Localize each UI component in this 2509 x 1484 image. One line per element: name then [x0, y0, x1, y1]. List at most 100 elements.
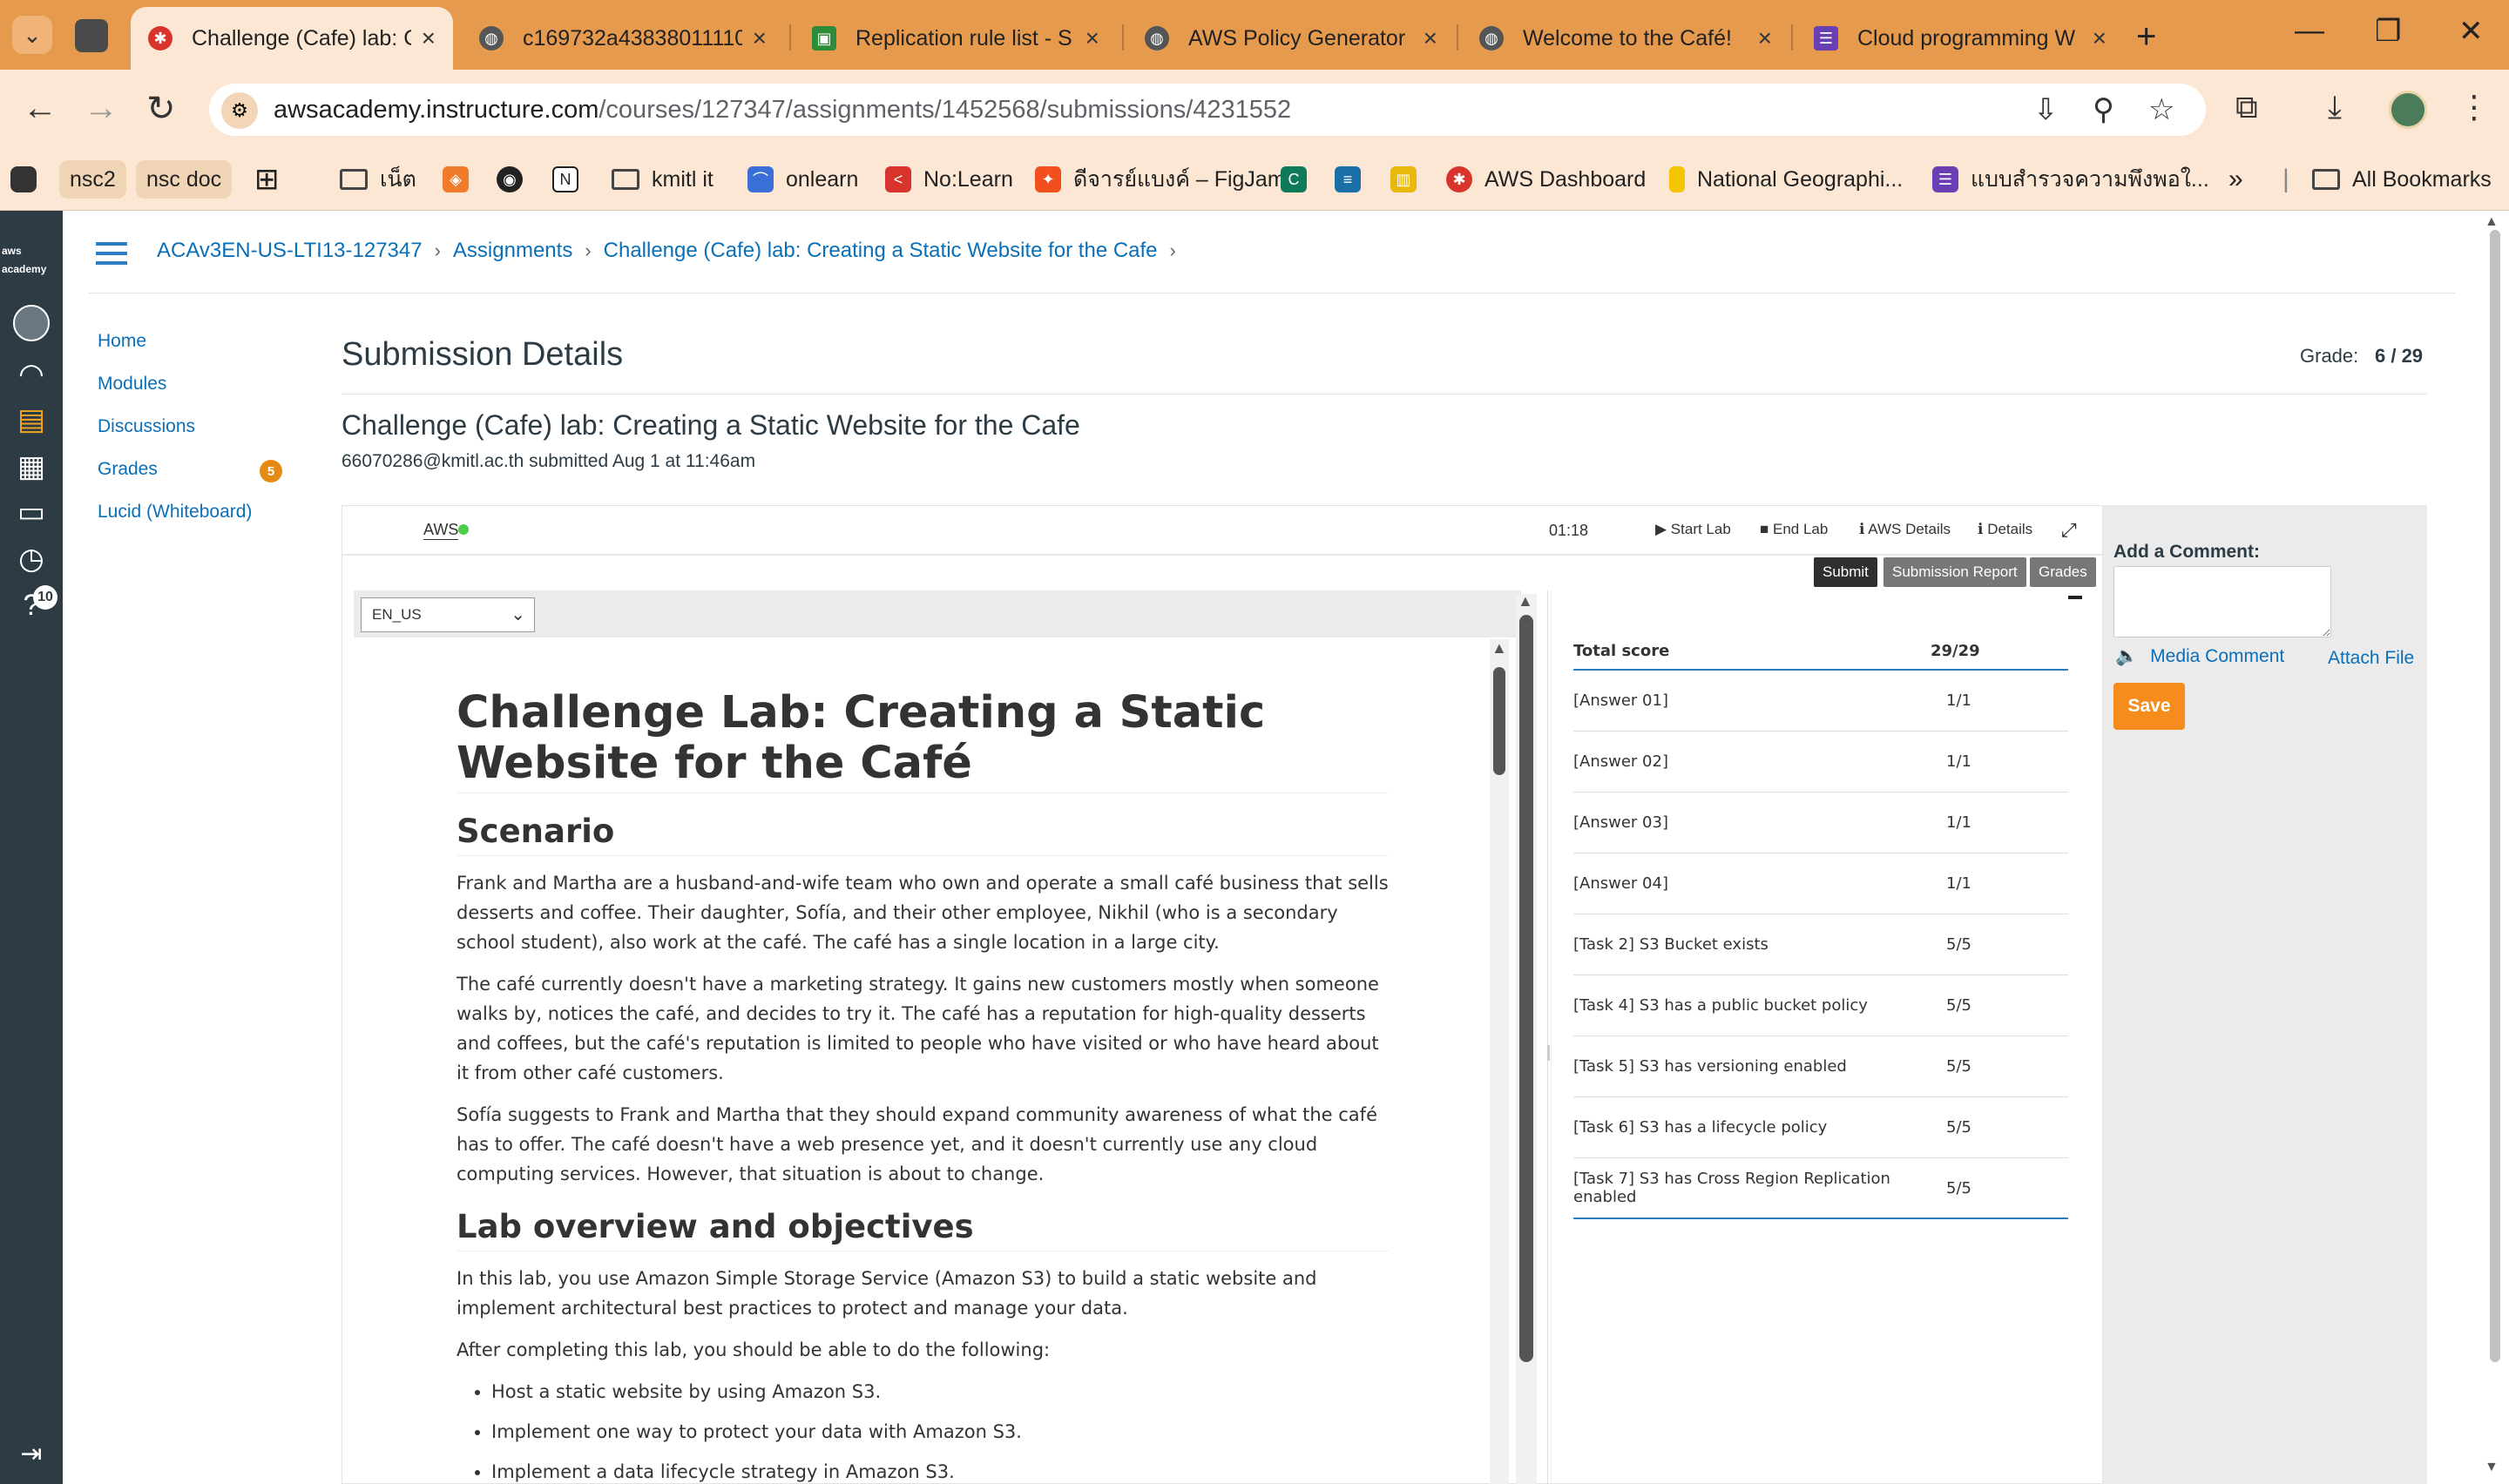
- folder-icon: [340, 169, 368, 190]
- history-icon[interactable]: ◷: [0, 542, 63, 577]
- breadcrumb-assignments[interactable]: Assignments: [453, 239, 572, 263]
- bookmark-survey[interactable]: ☰ แบบสำรวจความพึงพอใ...: [1932, 160, 2209, 199]
- bookmark-app[interactable]: [10, 160, 37, 199]
- extensions-icon[interactable]: ⧉: [2235, 89, 2258, 126]
- score-item-name: [Task 6] S3 has a lifecycle policy: [1573, 1118, 1828, 1137]
- start-lab-button[interactable]: ▶ Start Lab: [1655, 521, 1731, 538]
- dashboard-icon[interactable]: ◠: [0, 357, 63, 392]
- scroll-down-icon[interactable]: ▼: [2485, 1460, 2499, 1475]
- aws-academy-logo[interactable]: aws academy: [0, 240, 63, 277]
- avatar[interactable]: [2389, 91, 2427, 129]
- comment-textarea[interactable]: [2113, 566, 2331, 637]
- close-icon[interactable]: ×: [422, 24, 436, 52]
- zoom-icon[interactable]: ⚲: [2093, 92, 2114, 127]
- close-icon[interactable]: ×: [1424, 24, 1437, 52]
- close-window-icon[interactable]: ✕: [2458, 14, 2484, 49]
- tab-cafe[interactable]: ◍ Welcome to the Café! ×: [1462, 7, 1789, 70]
- tab-active[interactable]: ✱ Challenge (Cafe) lab: C ×: [131, 7, 453, 70]
- tab-policy-generator[interactable]: ◍ AWS Policy Generator ×: [1127, 7, 1455, 70]
- scroll-up-icon[interactable]: ▲: [1491, 639, 1507, 658]
- details-button[interactable]: ℹ Details: [1978, 521, 2032, 538]
- fullscreen-icon[interactable]: ⤢: [2061, 519, 2077, 542]
- bookmark-folder-kmitl[interactable]: kmitl it: [612, 160, 713, 199]
- tab-search-button[interactable]: ⌄: [12, 16, 52, 54]
- account-icon[interactable]: [0, 305, 63, 341]
- aws-console-link[interactable]: AWS: [423, 521, 459, 540]
- tab-replication[interactable]: ▣ Replication rule list - S ×: [795, 7, 1117, 70]
- menu-icon[interactable]: ⋮: [2458, 89, 2490, 125]
- page-scroll-thumb[interactable]: [2490, 230, 2500, 1362]
- score-item-value: 5/5: [1946, 935, 1971, 954]
- url-text[interactable]: awsacademy.instructure.com/courses/12734…: [274, 96, 1291, 125]
- submit-button[interactable]: Submit: [1814, 557, 1877, 587]
- bookmark-label: เน็ต: [380, 167, 416, 192]
- inbox-icon[interactable]: ▭: [0, 495, 63, 530]
- outer-scroll-thumb[interactable]: [1519, 615, 1533, 1362]
- objectives-list: Host a static website by using Amazon S3…: [456, 1377, 1389, 1484]
- breadcrumb-assignment[interactable]: Challenge (Cafe) lab: Creating a Static …: [604, 239, 1158, 263]
- back-icon[interactable]: ←: [23, 89, 57, 128]
- scroll-up-icon[interactable]: ▲: [1518, 592, 1533, 610]
- figma-icon: ✦: [1035, 166, 1061, 192]
- all-bookmarks[interactable]: All Bookmarks: [2312, 160, 2492, 199]
- bookmark-figjam[interactable]: ✦ ดีจารย์แบงค์ – FigJam: [1035, 160, 1286, 199]
- apps-grid-icon[interactable]: ⊞: [254, 160, 280, 199]
- reload-icon[interactable]: ↻: [146, 89, 176, 129]
- bookmark-nsc-doc[interactable]: nsc doc: [136, 160, 233, 199]
- course-nav-modules[interactable]: Modules: [98, 374, 166, 395]
- tab-group-button[interactable]: [75, 19, 108, 52]
- tab-cloud-programming[interactable]: ☰ Cloud programming W ×: [1796, 7, 2124, 70]
- bookmark-natgeo[interactable]: National Geographi...: [1669, 160, 1903, 199]
- site-info-icon[interactable]: ⚙: [221, 92, 258, 129]
- close-icon[interactable]: ×: [1085, 24, 1099, 52]
- end-lab-button[interactable]: ■ End Lab: [1760, 521, 1828, 538]
- close-icon[interactable]: ×: [2093, 24, 2107, 52]
- more-bookmarks-icon[interactable]: »: [2228, 160, 2243, 199]
- courses-icon[interactable]: ▤: [0, 402, 63, 437]
- bookmark-folder-net[interactable]: เน็ต: [340, 160, 416, 199]
- save-comment-button[interactable]: Save: [2113, 683, 2185, 730]
- pane-divider[interactable]: [1547, 590, 1548, 1484]
- table-row: [Task 7] S3 has Cross Region Replication…: [1573, 1158, 2068, 1219]
- breadcrumb-course[interactable]: ACAv3EN-US-LTI13-127347: [157, 239, 423, 263]
- course-nav-discussions[interactable]: Discussions: [98, 416, 195, 437]
- bookmark-c[interactable]: C: [1281, 160, 1319, 199]
- list-item: Host a static website by using Amazon S3…: [491, 1377, 1389, 1406]
- course-nav-lucid[interactable]: Lucid (Whiteboard): [98, 502, 252, 523]
- attach-file-link[interactable]: Attach File: [2328, 648, 2414, 669]
- bookmark-nolearn[interactable]: < No:Learn: [885, 160, 1013, 199]
- close-icon[interactable]: ×: [1758, 24, 1772, 52]
- course-nav-home[interactable]: Home: [98, 331, 146, 352]
- bookmark-star-icon[interactable]: ☆: [2148, 92, 2174, 127]
- bookmark-aws-dashboard[interactable]: ✱ AWS Dashboard: [1446, 160, 1646, 199]
- scroll-thumb[interactable]: [1493, 667, 1505, 775]
- bookmark-notion[interactable]: N: [552, 160, 591, 199]
- scroll-up-icon[interactable]: ▲: [2485, 214, 2499, 230]
- download-icon[interactable]: ⤓: [2328, 89, 2342, 126]
- aws-icon: ▣: [812, 26, 836, 51]
- new-tab-button[interactable]: +: [2136, 17, 2156, 57]
- bookmark-github[interactable]: ◉: [497, 160, 535, 199]
- submission-report-button[interactable]: Submission Report: [1883, 557, 2026, 587]
- forward-icon[interactable]: →: [84, 89, 118, 128]
- aws-details-button[interactable]: ℹ AWS Details: [1859, 521, 1951, 538]
- media-comment-link[interactable]: 🔈 Media Comment: [2115, 646, 2284, 667]
- language-select[interactable]: EN_US ⌄: [361, 597, 535, 632]
- tab-object[interactable]: ◍ c169732a43838011110 ×: [462, 7, 784, 70]
- bookmark-onlearn[interactable]: ⌒ onlearn: [747, 160, 858, 199]
- bookmark-yellow[interactable]: ▥: [1390, 160, 1429, 199]
- install-app-icon[interactable]: ⇩: [2033, 92, 2059, 127]
- restore-icon[interactable]: ❐: [2375, 14, 2401, 49]
- pane-resize-handle[interactable]: [1547, 1045, 1550, 1061]
- close-icon[interactable]: ×: [753, 24, 767, 52]
- course-menu-toggle-icon[interactable]: [96, 242, 127, 265]
- minimize-panel-icon[interactable]: [2068, 596, 2082, 599]
- bookmark-nsc2[interactable]: nsc2: [59, 160, 126, 199]
- grades-button[interactable]: Grades: [2030, 557, 2096, 587]
- collapse-nav-icon[interactable]: ⇥: [0, 1439, 63, 1469]
- bookmark-cisco[interactable]: ≡: [1335, 160, 1373, 199]
- minimize-icon[interactable]: —: [2295, 14, 2324, 48]
- bookmark-icon-only[interactable]: ◈: [443, 160, 481, 199]
- course-nav-grades[interactable]: Grades: [98, 459, 158, 480]
- calendar-icon[interactable]: ▦: [0, 449, 63, 484]
